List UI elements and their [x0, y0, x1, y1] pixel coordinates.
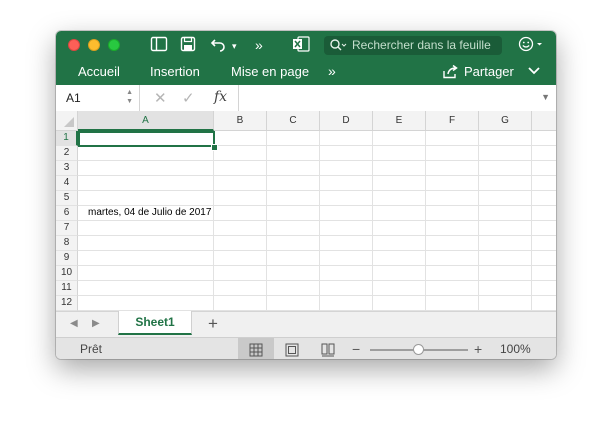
zoom-percentage[interactable]: 100% [500, 342, 531, 356]
gridline [425, 131, 426, 311]
gridline [266, 131, 267, 311]
share-icon[interactable] [442, 64, 460, 84]
zoom-slider-thumb[interactable] [413, 344, 424, 355]
gridline [78, 160, 556, 161]
row-header-10[interactable]: 10 [56, 266, 78, 281]
gridline [372, 131, 373, 311]
fill-handle[interactable] [211, 144, 218, 151]
save-icon[interactable] [180, 36, 196, 52]
gridline [78, 280, 556, 281]
row-header-3[interactable]: 3 [56, 161, 78, 176]
title-bar: ▾ » [56, 31, 556, 59]
row-header-9[interactable]: 9 [56, 251, 78, 266]
column-header-d[interactable]: D [320, 111, 373, 131]
gridline [78, 295, 556, 296]
search-box[interactable] [324, 36, 502, 55]
undo-icon[interactable] [210, 36, 228, 52]
name-box-value[interactable]: A1 [66, 91, 81, 105]
minimize-window-button[interactable] [88, 39, 100, 51]
tab-insertion[interactable]: Insertion [150, 63, 200, 81]
name-box-stepper-icon[interactable]: ▲ ▼ [126, 88, 133, 106]
normal-view-icon [249, 343, 263, 357]
collapse-ribbon-icon[interactable] [527, 63, 541, 82]
column-header-f[interactable]: F [426, 111, 479, 131]
search-icon [329, 36, 347, 61]
name-box[interactable]: A1 ▲ ▼ [56, 85, 140, 111]
tab-mise-en-page[interactable]: Mise en page [231, 63, 309, 81]
row-header-2[interactable]: 2 [56, 146, 78, 161]
toolbar-overflow-icon[interactable]: » [255, 36, 263, 54]
tab-accueil[interactable]: Accueil [78, 63, 120, 81]
next-sheet-icon[interactable]: ▶ [92, 318, 100, 329]
feedback-smiley-icon[interactable] [518, 36, 546, 52]
excel-window: ▾ » Accueil Insertion Mise en page » Par… [56, 31, 556, 359]
column-header-c[interactable]: C [267, 111, 320, 131]
gridline [78, 190, 556, 191]
spreadsheet-grid[interactable]: A B C D E F G 1 2 3 4 5 6 7 8 9 10 11 12 [56, 111, 556, 311]
column-header-a[interactable]: A [78, 111, 214, 131]
cancel-icon[interactable]: ✕ [154, 89, 167, 107]
row-header-4[interactable]: 4 [56, 176, 78, 191]
zoom-in-button[interactable]: + [474, 341, 482, 357]
column-header-e[interactable]: E [373, 111, 426, 131]
active-cell-a1[interactable] [78, 131, 215, 147]
expand-formula-bar-icon[interactable]: ▼ [541, 92, 550, 102]
gridline [78, 265, 556, 266]
close-window-button[interactable] [68, 39, 80, 51]
formula-bar: A1 ▲ ▼ ✕ ✓ fx ▼ [56, 85, 556, 112]
gridline [78, 235, 556, 236]
row-header-7[interactable]: 7 [56, 221, 78, 236]
undo-dropdown-icon[interactable]: ▾ [232, 37, 237, 55]
column-header-g[interactable]: G [479, 111, 532, 131]
gridline [78, 250, 556, 251]
page-layout-view-button[interactable] [274, 338, 310, 359]
page-break-view-button[interactable] [310, 338, 346, 359]
column-header-b[interactable]: B [214, 111, 267, 131]
row-header-8[interactable]: 8 [56, 236, 78, 251]
sidebar-toggle-icon[interactable] [150, 36, 168, 52]
gridline [78, 205, 556, 206]
cell-a6[interactable]: martes, 04 de Julio de 2017 [88, 207, 211, 218]
row-header-6[interactable]: 6 [56, 206, 78, 221]
page-break-icon [321, 343, 335, 357]
add-sheet-button[interactable]: + [208, 314, 218, 334]
select-all-button[interactable] [56, 111, 78, 131]
excel-app-icon [292, 36, 310, 52]
gridline [319, 131, 320, 311]
sheet-tab-bar: ◀ ▶ Sheet1 + [56, 311, 556, 338]
previous-sheet-icon[interactable]: ◀ [70, 318, 78, 329]
row-header-1[interactable]: 1 [56, 131, 78, 146]
search-input[interactable] [352, 37, 498, 53]
column-header-h[interactable] [532, 111, 556, 131]
status-bar: Prêt − + 100% [56, 337, 556, 359]
row-header-5[interactable]: 5 [56, 191, 78, 206]
ribbon-tab-bar: Accueil Insertion Mise en page » Partage… [56, 59, 556, 85]
insert-function-button[interactable]: fx [214, 89, 227, 105]
row-header-12[interactable]: 12 [56, 296, 78, 311]
normal-view-button[interactable] [238, 338, 274, 359]
confirm-icon[interactable]: ✓ [182, 89, 195, 107]
zoom-out-button[interactable]: − [352, 341, 360, 357]
gridline [213, 131, 214, 311]
formula-input[interactable] [238, 85, 539, 111]
page-layout-icon [285, 343, 299, 357]
gridline [78, 175, 556, 176]
sheet-tab-sheet1[interactable]: Sheet1 [118, 311, 192, 335]
gridline [78, 220, 556, 221]
gridline [531, 131, 532, 311]
status-text: Prêt [80, 342, 103, 356]
gridline [478, 131, 479, 311]
share-button[interactable]: Partager [464, 63, 514, 81]
zoom-window-button[interactable] [108, 39, 120, 51]
ribbon-more-tabs-button[interactable]: » [328, 62, 336, 80]
row-header-11[interactable]: 11 [56, 281, 78, 296]
